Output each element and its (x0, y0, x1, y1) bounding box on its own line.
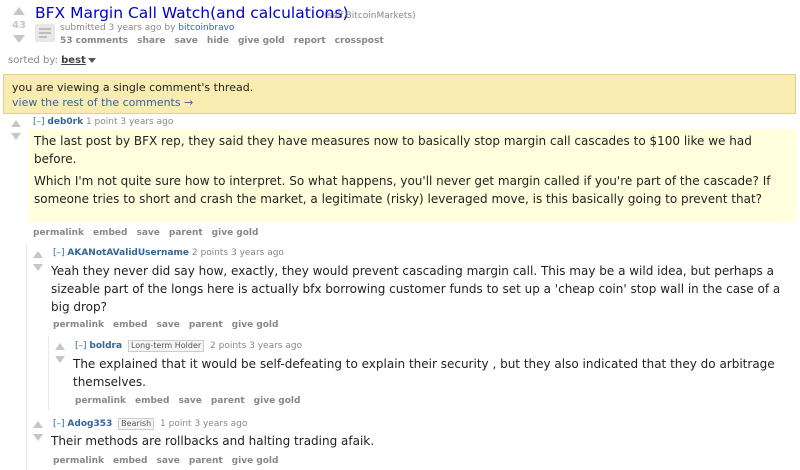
report-link[interactable]: report (294, 36, 326, 46)
comment-author-link[interactable]: Adog353 (67, 419, 112, 429)
permalink-link[interactable]: permalink (53, 320, 104, 330)
hide-link[interactable]: hide (207, 36, 229, 46)
post-buttons: 53 comments share save hide give gold report c… (60, 36, 393, 46)
post-tagline: submitted 3 years ago by bitcoinbravo (60, 23, 234, 33)
upvote-arrow-icon[interactable] (11, 120, 21, 127)
comment-author-link[interactable]: boldra (89, 341, 122, 351)
permalink-link[interactable]: permalink (33, 228, 84, 238)
save-link[interactable]: save (178, 396, 201, 406)
post-domain[interactable]: (self.BitcoinMarkets) (324, 11, 416, 21)
downvote-arrow-icon[interactable] (11, 133, 21, 140)
post-upvote-arrow-icon[interactable] (13, 7, 25, 15)
comment-author-link[interactable]: deb0rk (47, 117, 83, 127)
comment-body: Their methods are rollbacks and halting … (51, 432, 786, 454)
post-score: 43 (12, 20, 26, 31)
comment-paragraph: Which I'm not quite sure how to interpre… (34, 174, 771, 206)
upvote-arrow-icon[interactable] (55, 343, 65, 350)
downvote-arrow-icon[interactable] (33, 264, 43, 271)
collapse-toggle[interactable]: [–] (53, 248, 65, 258)
collapse-toggle[interactable]: [–] (75, 341, 87, 351)
embed-link[interactable]: embed (93, 228, 127, 238)
give-gold-link[interactable]: give gold (254, 396, 301, 406)
crosspost-link[interactable]: crosspost (335, 36, 384, 46)
permalink-link[interactable]: permalink (75, 396, 126, 406)
permalink-link[interactable]: permalink (53, 456, 104, 466)
post-submitted-text: submitted 3 years ago by (60, 23, 176, 33)
embed-link[interactable]: embed (135, 396, 169, 406)
downvote-arrow-icon[interactable] (55, 356, 65, 363)
parent-link[interactable]: parent (211, 396, 245, 406)
upvote-arrow-icon[interactable] (33, 421, 43, 428)
share-link[interactable]: share (137, 36, 165, 46)
view-all-comments-link[interactable]: view the rest of the comments → (12, 96, 193, 109)
downvote-arrow-icon[interactable] (33, 434, 43, 441)
save-link[interactable]: save (156, 320, 179, 330)
single-thread-notice: you are viewing a single comment's threa… (3, 74, 796, 114)
give-gold-link[interactable]: give gold (238, 36, 285, 46)
sort-label: sorted by: (8, 55, 58, 66)
save-link[interactable]: save (156, 456, 179, 466)
comment-buttons: permalink embed save parent give gold (75, 396, 309, 406)
comment-body: The last post by BFX rep, they said they… (28, 129, 796, 222)
user-flair-badge: Long-term Holder (127, 340, 205, 352)
sort-dropdown[interactable]: best (61, 55, 86, 66)
upvote-arrow-icon[interactable] (33, 251, 43, 258)
comment-tagline: [–] Adog353 Bearish 1 point 3 years ago (53, 418, 247, 430)
comment-buttons: permalink embed save parent give gold (53, 320, 287, 330)
post-downvote-arrow-icon[interactable] (13, 35, 25, 43)
single-thread-text: you are viewing a single comment's threa… (12, 81, 254, 94)
embed-link[interactable]: embed (113, 320, 147, 330)
embed-link[interactable]: embed (113, 456, 147, 466)
comment-buttons: permalink embed save parent give gold (53, 456, 287, 466)
comment-paragraph: Yeah they never did say how, exactly, th… (51, 264, 781, 314)
comment-paragraph: Their methods are rollbacks and halting … (51, 434, 375, 448)
give-gold-link[interactable]: give gold (232, 320, 279, 330)
comment-meta: 1 point 3 years ago (85, 117, 174, 127)
post-title-link[interactable]: BFX Margin Call Watch(and calculations) (35, 4, 349, 22)
give-gold-link[interactable]: give gold (212, 228, 259, 238)
chevron-down-icon[interactable] (87, 57, 96, 63)
user-flair-badge: Bearish (118, 418, 155, 430)
self-post-thumbnail-icon[interactable] (35, 24, 55, 42)
give-gold-link[interactable]: give gold (232, 456, 279, 466)
collapse-toggle[interactable]: [–] (53, 419, 65, 429)
comment-author-link[interactable]: AKANotAValidUsername (67, 248, 189, 258)
parent-link[interactable]: parent (189, 456, 223, 466)
comment-tagline: [–] AKANotAValidUsername 2 points 3 year… (53, 248, 284, 258)
parent-link[interactable]: parent (169, 228, 203, 238)
comment-meta: 2 points 3 years ago (191, 248, 284, 258)
comment-buttons: permalink embed save parent give gold (33, 228, 267, 238)
comment-tagline: [–] boldra Long-term Holder 2 points 3 y… (75, 340, 302, 352)
save-link[interactable]: save (136, 228, 159, 238)
comments-count-link[interactable]: 53 comments (60, 36, 128, 46)
comment-tagline: [–] deb0rk 1 point 3 years ago (33, 117, 173, 127)
post-author-link[interactable]: bitcoinbravo (178, 23, 234, 33)
save-link[interactable]: save (175, 36, 198, 46)
thread-line (48, 336, 49, 410)
comment-body: The explained that it would be self-defe… (73, 355, 788, 395)
comment-meta: 2 points 3 years ago (210, 341, 303, 351)
comment-paragraph: The last post by BFX rep, they said they… (34, 134, 752, 166)
parent-link[interactable]: parent (189, 320, 223, 330)
collapse-toggle[interactable]: [–] (33, 117, 45, 127)
comment-paragraph: The explained that it would be self-defe… (73, 357, 775, 389)
sort-control: sorted by: best (8, 55, 96, 66)
thread-line (26, 244, 27, 470)
comment-meta: 1 point 3 years ago (160, 419, 248, 429)
comment-body: Yeah they never did say how, exactly, th… (51, 262, 786, 320)
